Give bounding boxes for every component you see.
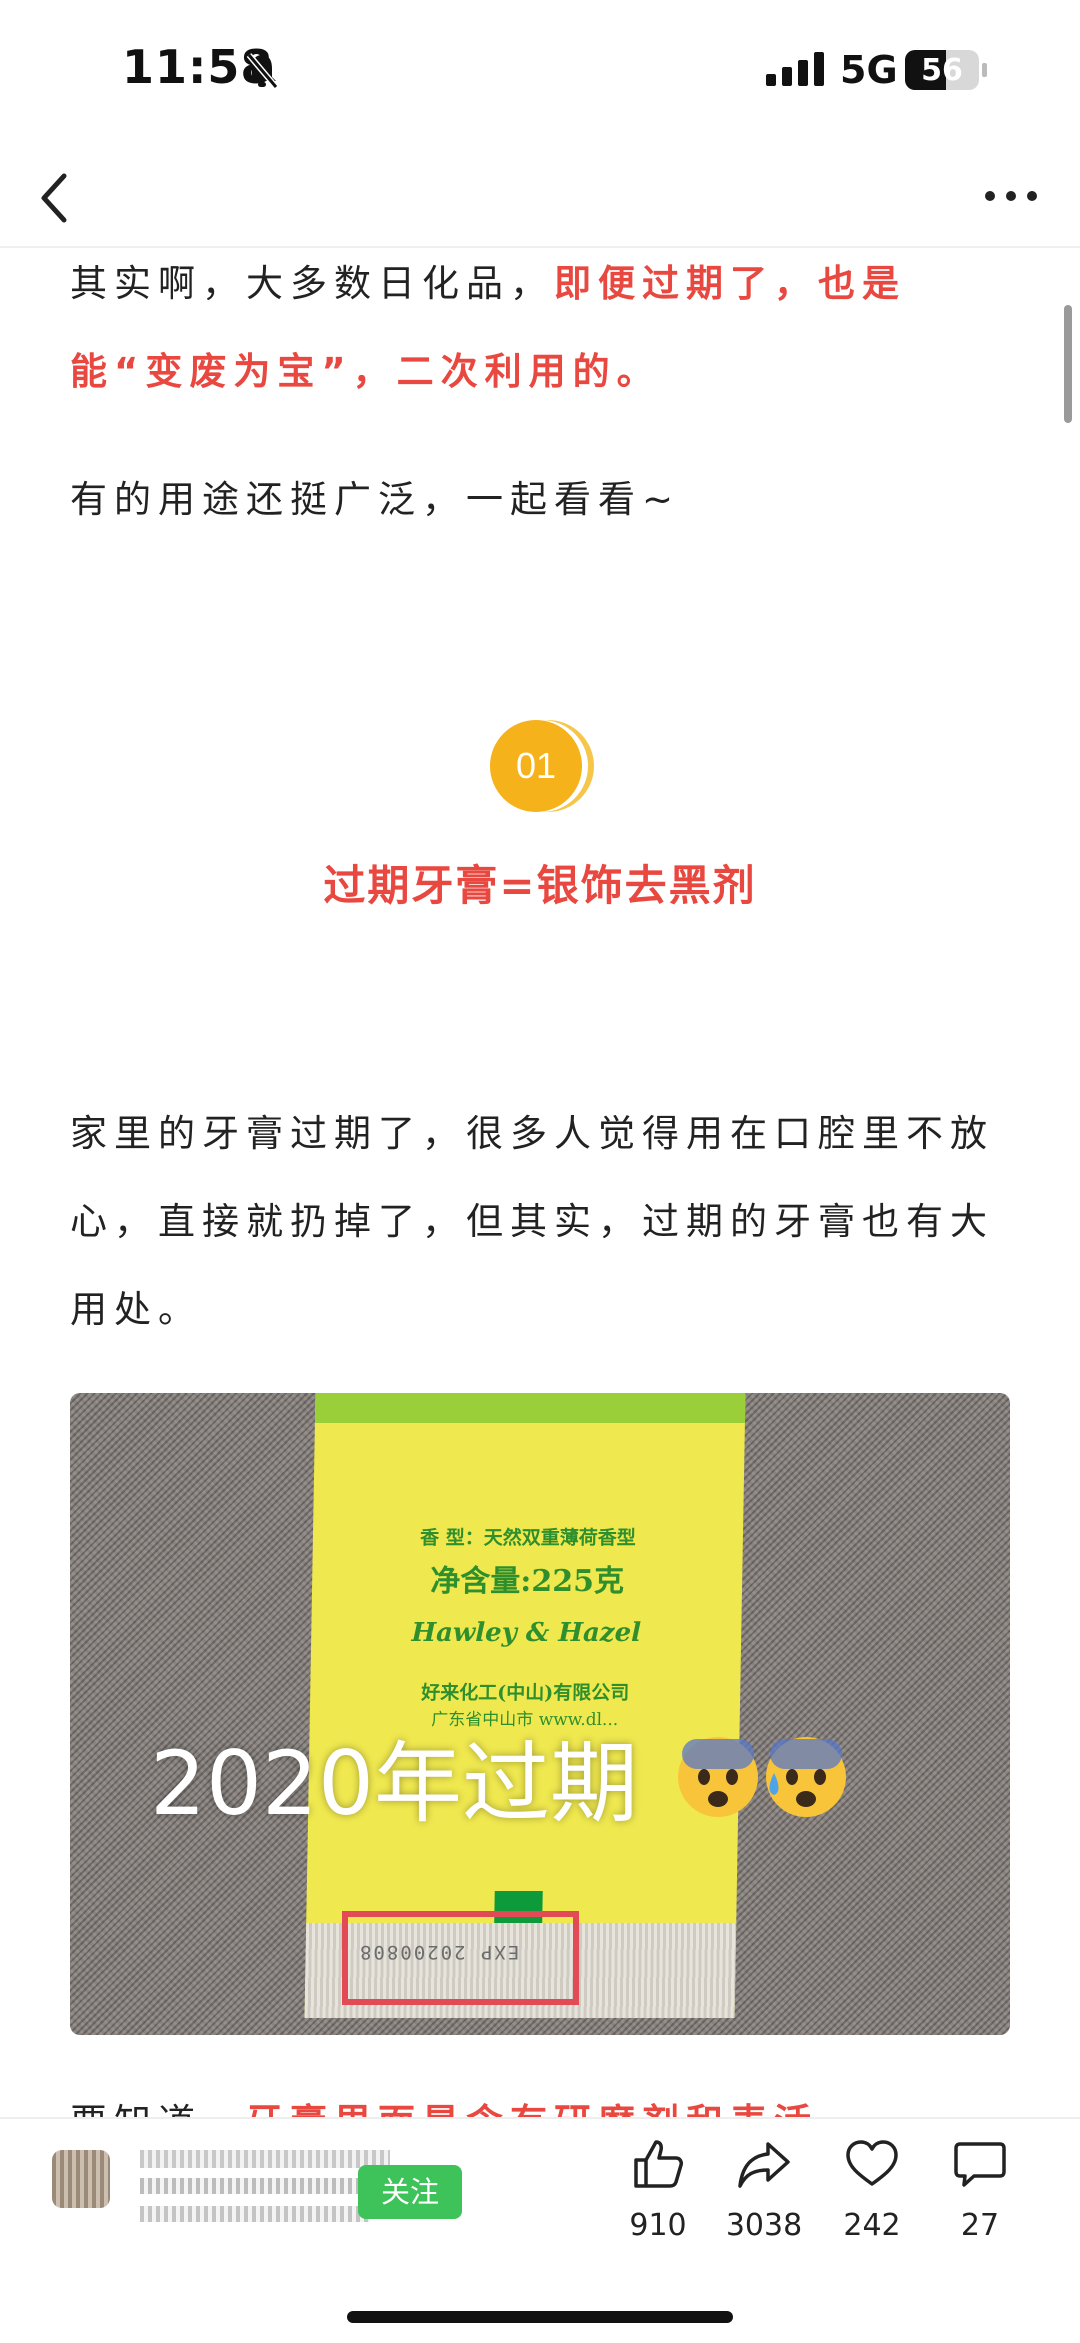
photo-caption: 2020年过期 xyxy=(150,1732,638,1835)
paragraph-intro-plain: 其实啊，大多数日化品， xyxy=(70,262,554,305)
paragraph-lead: 有的用途还挺广泛，一起看看~ xyxy=(70,478,681,521)
tube-company: 好来化工(中山)有限公司 xyxy=(421,1682,630,1704)
anxious-sweat-face-icon xyxy=(766,1737,846,1817)
like-count: 910 xyxy=(629,2208,687,2243)
comment-icon xyxy=(954,2142,1006,2187)
back-arrow-icon xyxy=(41,173,67,223)
avatar[interactable] xyxy=(52,2150,110,2208)
more-icon xyxy=(985,191,1037,201)
author-info-blurred xyxy=(140,2178,390,2194)
battery-cap xyxy=(982,63,987,77)
tube-top-band xyxy=(314,1393,746,1423)
battery-percent: 56 xyxy=(921,53,963,88)
home-indicator[interactable] xyxy=(347,2311,733,2323)
more-button[interactable] xyxy=(976,176,1046,216)
share-icon xyxy=(738,2142,790,2188)
article-photo[interactable]: 香 型：天然双重薄荷香型 净含量:225克 Hawley & Hazel 好来化… xyxy=(70,1393,1010,2035)
section-title: 过期牙膏=银饰去黑剂 xyxy=(323,861,757,910)
like-button[interactable]: 910 xyxy=(598,2138,718,2248)
paragraph-intro: 其实啊，大多数日化品，即便过期了，也是能“变废为宝”，二次利用的。 xyxy=(70,240,1015,416)
tube-net-weight: 净含量:225克 xyxy=(429,1564,625,1599)
nav-bar xyxy=(0,150,1080,248)
heart-icon xyxy=(846,2140,898,2186)
author-name-blurred[interactable] xyxy=(140,2150,390,2168)
bell-slash-icon xyxy=(245,52,279,94)
paragraph-body: 家里的牙膏过期了，很多人觉得用在口腔里不放心，直接就扔掉了，但其实，过期的牙膏也… xyxy=(70,1112,994,1331)
expiry-highlight-box xyxy=(342,1911,579,2005)
tube-brand: Hawley & Hazel xyxy=(411,1618,642,1648)
share-button[interactable]: 3038 xyxy=(704,2138,824,2248)
scrollbar[interactable] xyxy=(1064,305,1072,423)
back-button[interactable] xyxy=(30,162,90,232)
network-type: 5G xyxy=(840,48,898,92)
thumbs-up-icon xyxy=(634,2140,683,2188)
author-info-blurred-2 xyxy=(140,2206,370,2222)
section-number: 01 xyxy=(516,745,556,786)
comment-count: 27 xyxy=(960,2208,1000,2243)
follow-button[interactable]: 关注 xyxy=(358,2165,462,2219)
favorite-count: 242 xyxy=(843,2208,901,2243)
section-number-badge: 01 xyxy=(474,712,602,820)
signal-icon xyxy=(766,52,824,90)
comment-button[interactable]: 27 xyxy=(920,2138,1040,2248)
tube-flavor-text: 香 型：天然双重薄荷香型 xyxy=(419,1527,636,1549)
battery-icon: 56 xyxy=(905,50,979,90)
status-bar: 11:58 5G 56 xyxy=(0,0,1080,150)
favorite-button[interactable]: 242 xyxy=(812,2138,932,2248)
share-count: 3038 xyxy=(725,2208,803,2243)
fearful-face-icon xyxy=(678,1737,758,1817)
